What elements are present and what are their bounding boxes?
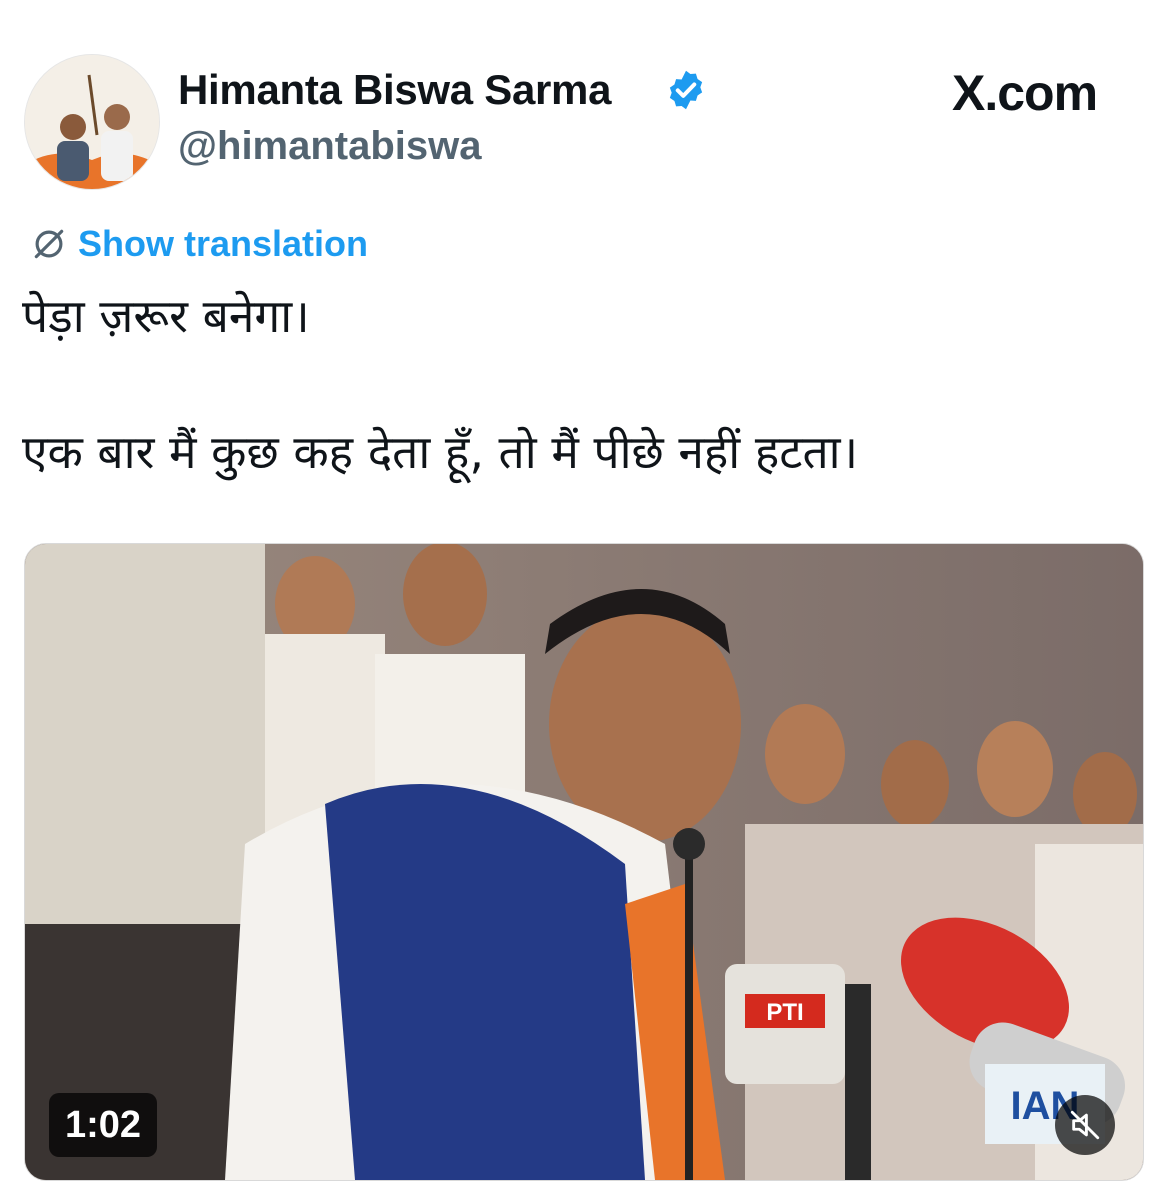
display-name[interactable]: Himanta Biswa Sarma <box>178 66 611 114</box>
video-duration: 1:02 <box>49 1093 158 1157</box>
avatar-image <box>25 55 159 189</box>
mute-button[interactable] <box>1055 1095 1115 1155</box>
user-handle[interactable]: @himantabiswa <box>178 124 482 169</box>
video-thumbnail: PTI IAN <box>25 544 1143 1180</box>
speaker-muted-icon <box>1070 1110 1100 1140</box>
verified-badge-icon <box>669 70 703 110</box>
globe-icon <box>34 229 64 259</box>
show-translation-link[interactable]: Show translation <box>30 222 368 266</box>
tweet-video[interactable]: PTI IAN 1:02 <box>24 543 1144 1181</box>
show-translation-label[interactable]: Show translation <box>78 223 368 265</box>
site-mark-logo: X.com <box>952 65 1098 121</box>
mic-label-pti: PTI <box>766 999 803 1026</box>
tweet-text-line-1: पेड़ा ज़रूर बनेगा। <box>22 289 310 343</box>
profile-avatar[interactable] <box>24 54 160 190</box>
tweet-text-line-2: एक बार मैं कुछ कह देता हूँ, तो मैं पीछे … <box>22 425 859 479</box>
